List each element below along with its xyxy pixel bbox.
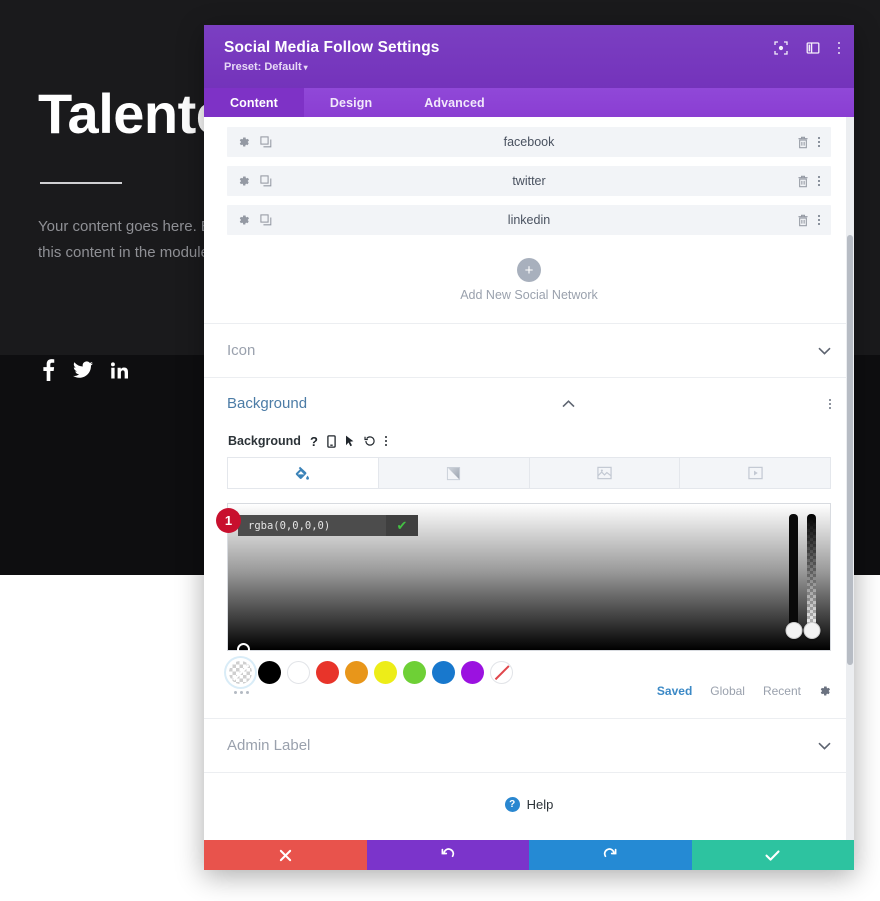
swatch-tab-recent[interactable]: Recent (763, 684, 801, 698)
background-tab-video[interactable] (680, 458, 830, 488)
background-tab-gradient[interactable] (378, 458, 530, 488)
target-icon[interactable] (773, 41, 788, 55)
help-row[interactable]: ? Help (204, 772, 854, 835)
table-row[interactable]: linkedin (227, 205, 831, 235)
chevron-down-icon: ▾ (303, 63, 308, 72)
modal-header: Social Media Follow Settings Preset: Def… (204, 25, 854, 88)
twitter-icon[interactable] (73, 359, 93, 381)
background-field-label: Background (228, 434, 301, 448)
swatch-yellow[interactable] (374, 661, 397, 684)
more-vertical-icon[interactable] (837, 41, 840, 55)
responsive-icon[interactable] (327, 434, 336, 448)
gear-icon[interactable] (819, 685, 831, 697)
table-row[interactable]: facebook (227, 127, 831, 157)
reset-icon[interactable] (364, 435, 376, 447)
hue-slider-handle[interactable] (785, 622, 802, 639)
cancel-button[interactable] (204, 840, 367, 870)
modal-title: Social Media Follow Settings (224, 39, 440, 56)
background-field-label-row: Background ? (227, 429, 831, 457)
swatch-tab-saved[interactable]: Saved (657, 684, 692, 698)
swatch-blue[interactable] (432, 661, 455, 684)
linkedin-icon[interactable] (111, 359, 128, 381)
modal-tabs: Content Design Advanced (204, 88, 854, 117)
add-new-social-network-label: Add New Social Network (460, 288, 598, 302)
swatch-black[interactable] (258, 661, 281, 684)
modal-scrollbar[interactable] (846, 117, 854, 840)
color-value-input-group: ✔ (238, 515, 418, 536)
color-picker-handle[interactable] (237, 643, 250, 656)
tab-design[interactable]: Design (304, 88, 398, 117)
hover-icon[interactable] (345, 435, 355, 448)
layout-panel-icon[interactable] (806, 41, 820, 55)
swatch-red[interactable] (316, 661, 339, 684)
more-vertical-icon[interactable] (829, 398, 831, 409)
preset-selector[interactable]: Preset: Default ▾ (224, 61, 836, 73)
tab-content[interactable]: Content (204, 88, 304, 117)
step-badge: 1 (216, 508, 241, 533)
section-icon[interactable]: Icon (204, 323, 854, 377)
social-network-list: facebook twitter linkedin + Add New Soci… (204, 117, 854, 323)
modal-body: facebook twitter linkedin + Add New Soci… (204, 117, 854, 840)
background-tab-color[interactable] (228, 458, 379, 488)
help-icon[interactable]: ? (310, 435, 318, 448)
section-admin-label[interactable]: Admin Label (204, 718, 854, 772)
section-background[interactable]: Background (204, 377, 854, 429)
swatch-purple[interactable] (461, 661, 484, 684)
background-settings-body: Background ? 1 rgba(0,0,0,0) ✔ Saved Glo… (204, 429, 854, 718)
trash-icon[interactable] (797, 175, 809, 188)
settings-modal: Social Media Follow Settings Preset: Def… (204, 25, 854, 870)
swatch-footer: Saved Global Recent (227, 684, 831, 698)
help-icon: ? (504, 796, 520, 812)
chevron-down-icon[interactable] (818, 742, 831, 750)
swatch-green[interactable] (403, 661, 426, 684)
trash-icon[interactable] (797, 136, 809, 149)
title-divider (40, 182, 122, 184)
swatch-orange[interactable] (345, 661, 368, 684)
background-type-tabs (227, 457, 831, 489)
facebook-icon[interactable] (42, 359, 55, 381)
page-social-follow-row (42, 359, 128, 381)
color-picker-sliders (785, 514, 820, 639)
table-row[interactable]: twitter (227, 166, 831, 196)
swatch-tab-global[interactable]: Global (710, 684, 745, 698)
chevron-up-icon[interactable] (561, 399, 575, 408)
modal-header-actions (773, 41, 840, 55)
chevron-down-icon[interactable] (818, 347, 831, 355)
save-button[interactable] (691, 840, 854, 870)
swatch-white[interactable] (287, 661, 310, 684)
tab-advanced[interactable]: Advanced (398, 88, 511, 117)
swatch-transparent[interactable] (229, 661, 252, 684)
preset-label: Preset: Default (224, 61, 302, 73)
modal-footer (204, 840, 854, 870)
color-swatch-row (227, 651, 831, 684)
color-value-input[interactable] (238, 515, 386, 536)
section-background-title: Background (227, 395, 308, 412)
section-admin-label-title: Admin Label (227, 737, 311, 754)
background-tab-image[interactable] (529, 458, 681, 488)
plus-icon[interactable]: + (517, 258, 541, 282)
swatch-none[interactable] (490, 661, 513, 684)
help-label: Help (526, 796, 554, 812)
social-network-name: facebook (503, 135, 555, 149)
confirm-color-button[interactable]: ✔ (386, 515, 418, 536)
redo-button[interactable] (529, 840, 692, 870)
color-picker-saturation-area[interactable]: 1 ✔ (216, 503, 831, 656)
social-network-name: twitter (512, 174, 546, 188)
social-network-name: linkedin (507, 213, 551, 227)
alpha-slider-handle[interactable] (803, 622, 820, 639)
alpha-slider[interactable] (803, 514, 820, 639)
hue-slider[interactable] (785, 514, 802, 639)
more-vertical-icon[interactable] (384, 436, 387, 446)
add-new-social-network[interactable]: + Add New Social Network (227, 244, 831, 323)
trash-icon[interactable] (797, 214, 809, 227)
section-icon-title: Icon (227, 342, 256, 359)
undo-button[interactable] (366, 840, 529, 870)
